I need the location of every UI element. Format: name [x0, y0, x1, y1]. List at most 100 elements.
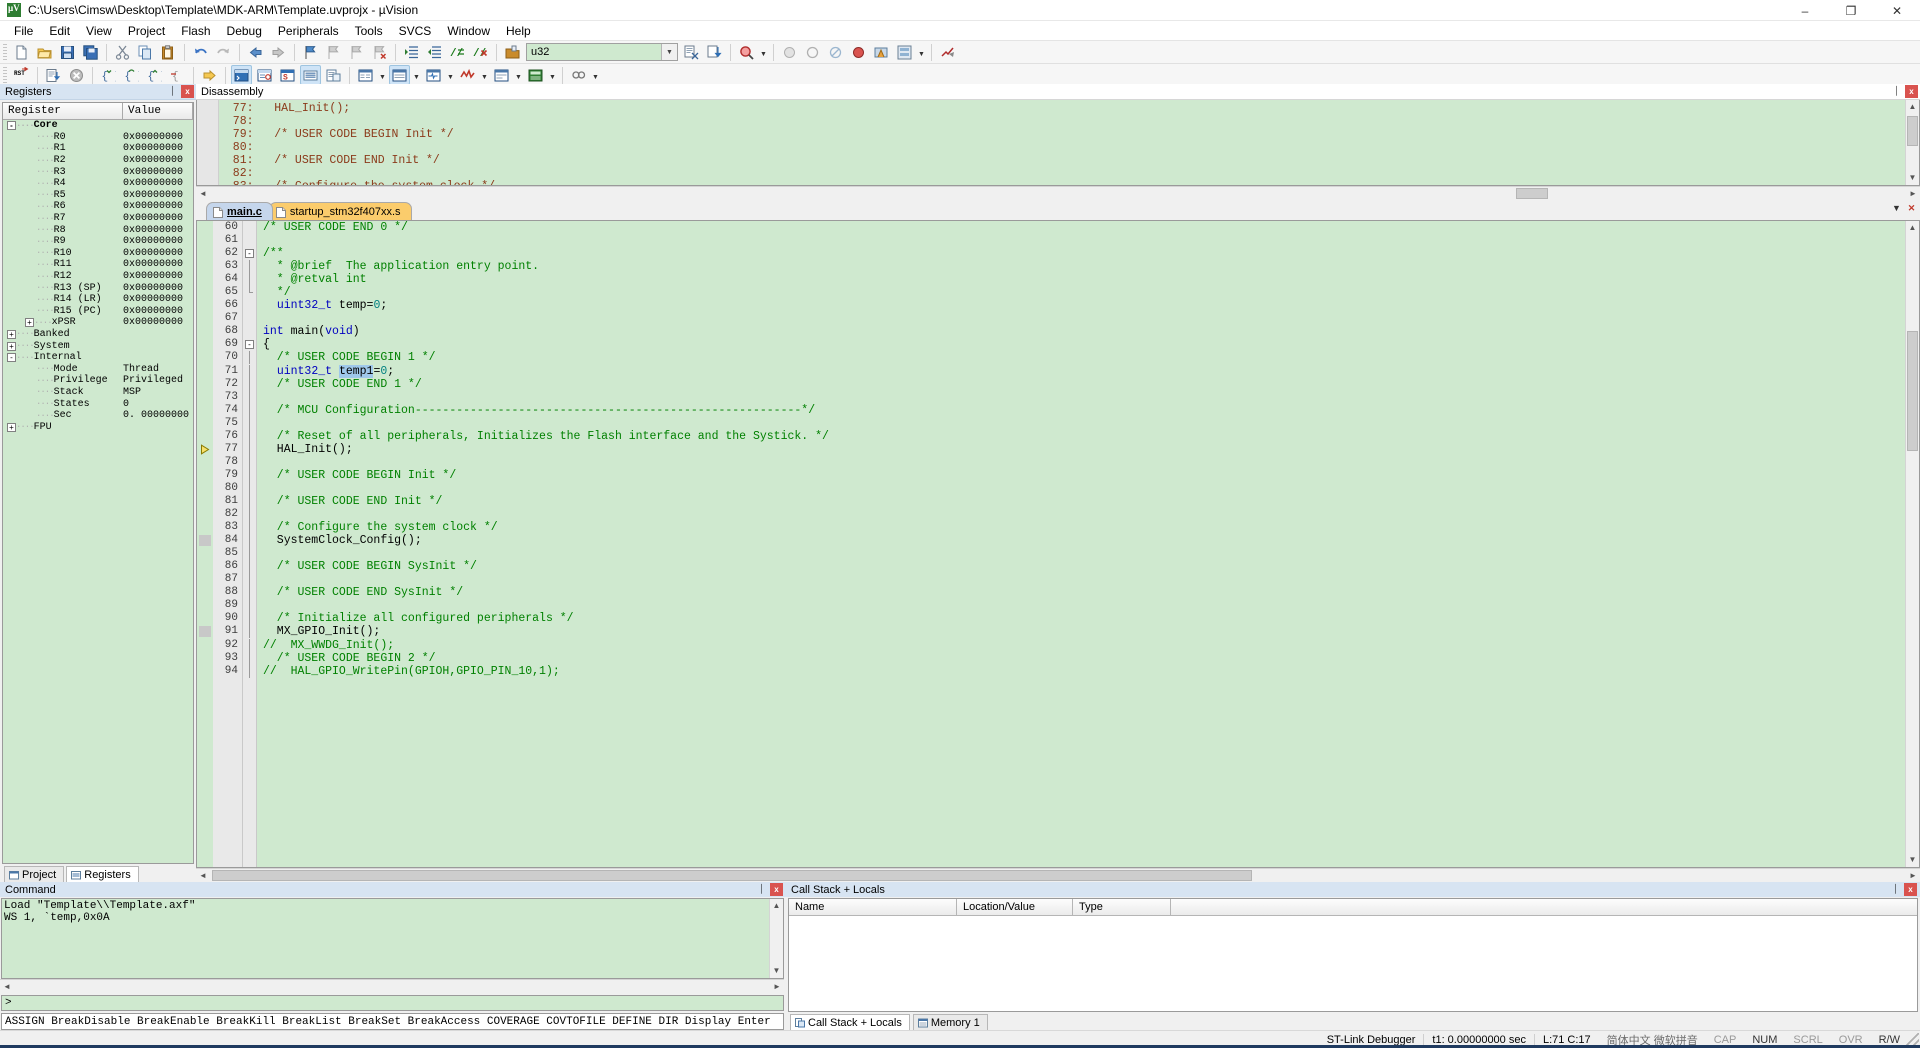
- menu-item-svcs[interactable]: SVCS: [391, 22, 440, 40]
- editor-fold-cell[interactable]: [243, 325, 256, 338]
- fold-collapse-icon[interactable]: -: [245, 248, 254, 258]
- editor-fold-cell[interactable]: [243, 481, 256, 495]
- editor-fold-cell[interactable]: [243, 312, 256, 325]
- main-toolbar[interactable]: // // u32 ▼ ▼ ▼: [0, 41, 1920, 64]
- outdent-icon[interactable]: [424, 42, 445, 62]
- editor-margin-cell[interactable]: [197, 625, 213, 638]
- editor-code-line[interactable]: /* USER CODE END Init */: [263, 495, 1905, 508]
- close-icon[interactable]: x: [770, 883, 783, 896]
- toolbar-grip[interactable]: [3, 43, 7, 61]
- debug-settings-icon[interactable]: [568, 65, 589, 85]
- configure-dropdown-arrow-icon[interactable]: ▼: [916, 42, 927, 62]
- register-row[interactable]: - ···· Core: [3, 120, 193, 132]
- analysis-dropdown-arrow-icon[interactable]: ▼: [479, 65, 490, 85]
- register-row[interactable]: + ···· xPSR 0x00000000: [3, 317, 193, 329]
- dock-tab-project[interactable]: Project: [4, 866, 65, 882]
- register-value[interactable]: 0x00000000: [123, 283, 193, 294]
- register-row[interactable]: ···· R1 0x00000000: [3, 143, 193, 155]
- navigate-forward-icon[interactable]: [268, 42, 289, 62]
- editor-fold-cell[interactable]: [243, 234, 256, 247]
- column-header-value[interactable]: Value: [123, 103, 193, 119]
- register-value[interactable]: 0x00000000: [123, 225, 193, 236]
- editor-margin-cell[interactable]: [197, 221, 213, 234]
- close-icon[interactable]: x: [181, 85, 194, 98]
- register-value[interactable]: 0x00000000: [123, 201, 193, 212]
- window-controls[interactable]: – ❐ ✕: [1782, 0, 1920, 21]
- insert-breakpoint-a-icon[interactable]: [779, 42, 800, 62]
- register-row[interactable]: ···· R8 0x00000000: [3, 224, 193, 236]
- show-next-statement-icon[interactable]: [199, 65, 220, 85]
- trace-window-icon[interactable]: [491, 65, 512, 85]
- editor-code-line[interactable]: int main(void): [263, 325, 1905, 338]
- editor-code-line[interactable]: [263, 456, 1905, 469]
- disassembly-gutter[interactable]: [197, 100, 219, 185]
- scroll-thumb[interactable]: [1516, 188, 1548, 199]
- editor-fold-cell[interactable]: [243, 664, 256, 678]
- scroll-up-icon[interactable]: ▲: [1906, 100, 1920, 114]
- editor-fold-cell[interactable]: [243, 273, 256, 287]
- disassembly-line[interactable]: 83: /* Configure the system clock */: [219, 180, 1905, 185]
- close-button[interactable]: ✕: [1874, 0, 1920, 21]
- register-value[interactable]: 0x00000000: [123, 190, 193, 201]
- editor-fold-cell[interactable]: [243, 468, 256, 482]
- find-in-files-icon[interactable]: [681, 42, 702, 62]
- column-header-location-value[interactable]: Location/Value: [957, 899, 1073, 915]
- pin-icon[interactable]: ⏐: [166, 85, 179, 98]
- editor-fold-cell[interactable]: [243, 260, 256, 274]
- editor-code-line[interactable]: [263, 508, 1905, 521]
- editor-fold-cell[interactable]: [243, 612, 256, 626]
- menu-item-flash[interactable]: Flash: [173, 22, 218, 40]
- editor-code-line[interactable]: /* USER CODE END 1 */: [263, 378, 1905, 391]
- run-to-cursor-icon[interactable]: { }: [167, 65, 188, 85]
- editor-fold-cell[interactable]: [243, 521, 256, 535]
- command-window-icon[interactable]: [231, 65, 252, 85]
- register-row[interactable]: ···· R14 (LR) 0x00000000: [3, 294, 193, 306]
- editor-code-line[interactable]: /* Configure the system clock */: [263, 521, 1905, 534]
- editor-margin-cell[interactable]: [197, 325, 213, 338]
- menu-item-window[interactable]: Window: [439, 22, 498, 40]
- disassembly-hscrollbar[interactable]: ◄ ►: [196, 186, 1920, 200]
- cut-icon[interactable]: [112, 42, 133, 62]
- register-row[interactable]: ···· Privilege Privileged: [3, 375, 193, 387]
- editor-code-line[interactable]: /* USER CODE BEGIN Init */: [263, 469, 1905, 482]
- editor-code-line[interactable]: uint32_t temp=0;: [263, 299, 1905, 312]
- editor-margin-cell[interactable]: [197, 573, 213, 586]
- collapse-icon[interactable]: -: [7, 121, 16, 131]
- menu-item-tools[interactable]: Tools: [347, 22, 391, 40]
- editor-margin-cell[interactable]: [197, 365, 213, 378]
- register-row[interactable]: + ···· FPU: [3, 421, 193, 433]
- step-out-icon[interactable]: { }: [144, 65, 165, 85]
- editor-code-line[interactable]: * @retval int: [263, 273, 1905, 286]
- debug-settings-dropdown-arrow-icon[interactable]: ▼: [590, 65, 601, 85]
- scroll-left-icon[interactable]: ◄: [196, 189, 210, 198]
- editor-fold-cell[interactable]: -: [243, 338, 256, 351]
- menu-item-view[interactable]: View: [78, 22, 120, 40]
- menu-item-debug[interactable]: Debug: [219, 22, 270, 40]
- editor-fold-cell[interactable]: [243, 286, 256, 299]
- register-value[interactable]: 0x00000000: [123, 213, 193, 224]
- editor-code-line[interactable]: MX_GPIO_Init();: [263, 625, 1905, 638]
- editor-fold-cell[interactable]: [243, 351, 256, 365]
- expand-icon[interactable]: +: [7, 329, 16, 339]
- disassembly-body[interactable]: 77: HAL_Init(); 78: 79: /* USER CODE BEG…: [196, 100, 1920, 186]
- register-row[interactable]: ···· R11 0x00000000: [3, 259, 193, 271]
- disassembly-line[interactable]: 79: /* USER CODE BEGIN Init */: [219, 128, 1905, 141]
- register-row[interactable]: + ···· System: [3, 340, 193, 352]
- editor-code-line[interactable]: [263, 547, 1905, 560]
- editor-margin-cell[interactable]: [197, 286, 213, 299]
- register-row[interactable]: ···· R5 0x00000000: [3, 190, 193, 202]
- editor-margin-cell[interactable]: [197, 521, 213, 534]
- bookmark-next-icon[interactable]: [346, 42, 367, 62]
- editor-tab-bar[interactable]: main.c startup_stm32f407xx.s ▼ ✕: [196, 200, 1920, 220]
- reset-cpu-icon[interactable]: RST: [11, 65, 32, 85]
- step-over-icon[interactable]: { }: [121, 65, 142, 85]
- register-value[interactable]: 0x00000000: [123, 178, 193, 189]
- redo-icon[interactable]: [213, 42, 234, 62]
- editor-code-line[interactable]: {: [263, 338, 1905, 351]
- register-value[interactable]: Privileged: [123, 375, 193, 386]
- register-row[interactable]: + ···· Banked: [3, 329, 193, 341]
- register-row[interactable]: ···· R0 0x00000000: [3, 132, 193, 144]
- stop-icon[interactable]: [66, 65, 87, 85]
- bookmark-prev-icon[interactable]: [323, 42, 344, 62]
- analysis-window-icon[interactable]: [457, 65, 478, 85]
